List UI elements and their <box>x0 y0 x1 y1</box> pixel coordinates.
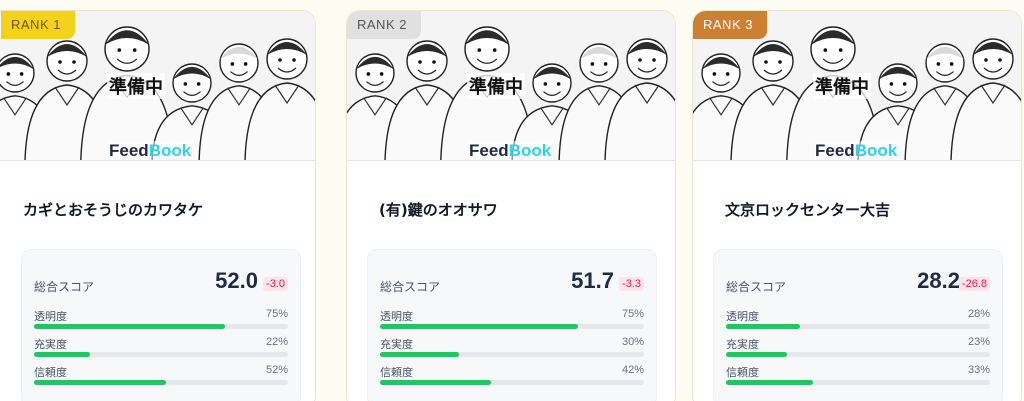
score-panel: 総合スコア 52.0 -3.0 透明度 75% 充実度 22% 信頼度 52% <box>21 249 301 401</box>
score-panel: 総合スコア 51.7 -3.3 透明度 75% 充実度 30% 信頼度 42% <box>367 249 657 401</box>
total-score-row: 総合スコア 28.2 -26.8 <box>726 268 990 298</box>
ranking-card[interactable]: 準備中 FeedBook RANK 3 文京ロックセンター大吉 総合スコア 28… <box>692 10 1022 401</box>
metric-bar-track <box>34 380 288 385</box>
metric-label: 信頼度 <box>34 366 67 379</box>
metric-percent: 33% <box>967 364 990 376</box>
metric-bar-track <box>726 380 990 385</box>
metric-percent: 75% <box>621 308 644 320</box>
rank-badge: RANK 2 <box>347 11 421 39</box>
total-score-value: 51.7 <box>571 268 614 293</box>
metric-percent: 22% <box>265 336 288 348</box>
metric-bar-fill <box>34 380 167 385</box>
metric-bar-track <box>34 324 288 329</box>
total-score-delta: -26.8 <box>958 277 990 291</box>
shop-name[interactable]: (有)鍵のオオサワ <box>379 199 498 220</box>
preparing-label: 準備中 <box>107 73 165 99</box>
metric-label: 充実度 <box>726 338 759 351</box>
ranking-card-list: 準備中 FeedBook RANK 1 カギとおそうじのカワタケ 総合スコア 5… <box>0 0 1024 401</box>
metric-bar-track <box>34 352 288 357</box>
shop-thumbnail[interactable]: 準備中 FeedBook RANK 1 <box>0 11 315 161</box>
metric-label: 充実度 <box>380 338 413 351</box>
shop-thumbnail[interactable]: 準備中 FeedBook RANK 3 <box>693 11 1021 161</box>
metric-reliability: 信頼度 33% <box>726 364 990 390</box>
metric-bar-fill <box>34 352 90 357</box>
metric-bar-track <box>380 352 644 357</box>
metric-bar-fill <box>726 352 787 357</box>
metric-transparency: 透明度 75% <box>34 308 288 334</box>
shop-name[interactable]: 文京ロックセンター大吉 <box>725 199 890 220</box>
feedbook-logo: FeedBook <box>109 141 192 160</box>
metric-richness: 充実度 22% <box>34 336 288 362</box>
rank-badge: RANK 3 <box>693 11 767 39</box>
metric-bar-fill <box>726 380 814 385</box>
metric-percent: 75% <box>265 308 288 320</box>
preparing-label: 準備中 <box>467 73 525 99</box>
total-score-label: 総合スコア <box>34 280 95 294</box>
metric-bar-track <box>726 352 990 357</box>
feedbook-logo: FeedBook <box>815 141 898 160</box>
metric-label: 透明度 <box>34 310 67 323</box>
metric-bar-track <box>726 324 990 329</box>
total-score-row: 総合スコア 52.0 -3.0 <box>34 268 288 298</box>
metric-transparency: 透明度 28% <box>726 308 990 334</box>
total-score-label: 総合スコア <box>726 280 787 294</box>
total-score-row: 総合スコア 51.7 -3.3 <box>380 268 644 298</box>
total-score-delta: -3.3 <box>619 277 644 291</box>
metric-label: 信頼度 <box>380 366 413 379</box>
metric-richness: 充実度 30% <box>380 336 644 362</box>
ranking-card[interactable]: 準備中 FeedBook RANK 1 カギとおそうじのカワタケ 総合スコア 5… <box>0 10 316 401</box>
metric-label: 充実度 <box>34 338 67 351</box>
score-panel: 総合スコア 28.2 -26.8 透明度 28% 充実度 23% 信頼度 33% <box>713 249 1003 401</box>
metric-richness: 充実度 23% <box>726 336 990 362</box>
metric-percent: 28% <box>967 308 990 320</box>
metric-transparency: 透明度 75% <box>380 308 644 334</box>
metric-bar-fill <box>380 380 491 385</box>
total-score-label: 総合スコア <box>380 280 441 294</box>
metric-label: 透明度 <box>726 310 759 323</box>
metric-label: 信頼度 <box>726 366 759 379</box>
rank-badge: RANK 1 <box>1 11 75 39</box>
preparing-label: 準備中 <box>813 73 871 99</box>
ranking-card[interactable]: 準備中 FeedBook RANK 2 (有)鍵のオオサワ 総合スコア 51.7… <box>346 10 676 401</box>
metric-percent: 42% <box>621 364 644 376</box>
metric-percent: 30% <box>621 336 644 348</box>
metric-percent: 52% <box>265 364 288 376</box>
metric-bar-track <box>380 324 644 329</box>
metric-bar-fill <box>34 324 225 329</box>
metric-reliability: 信頼度 52% <box>34 364 288 390</box>
shop-name[interactable]: カギとおそうじのカワタケ <box>23 199 203 220</box>
metric-label: 透明度 <box>380 310 413 323</box>
total-score-value: 28.2 <box>917 268 960 293</box>
metric-bar-track <box>380 380 644 385</box>
metric-percent: 23% <box>967 336 990 348</box>
metric-bar-fill <box>726 324 800 329</box>
metric-reliability: 信頼度 42% <box>380 364 644 390</box>
metric-bar-fill <box>380 324 578 329</box>
feedbook-logo: FeedBook <box>469 141 552 160</box>
total-score-value: 52.0 <box>215 268 258 293</box>
metric-bar-fill <box>380 352 460 357</box>
shop-thumbnail[interactable]: 準備中 FeedBook RANK 2 <box>347 11 675 161</box>
total-score-delta: -3.0 <box>263 277 288 291</box>
